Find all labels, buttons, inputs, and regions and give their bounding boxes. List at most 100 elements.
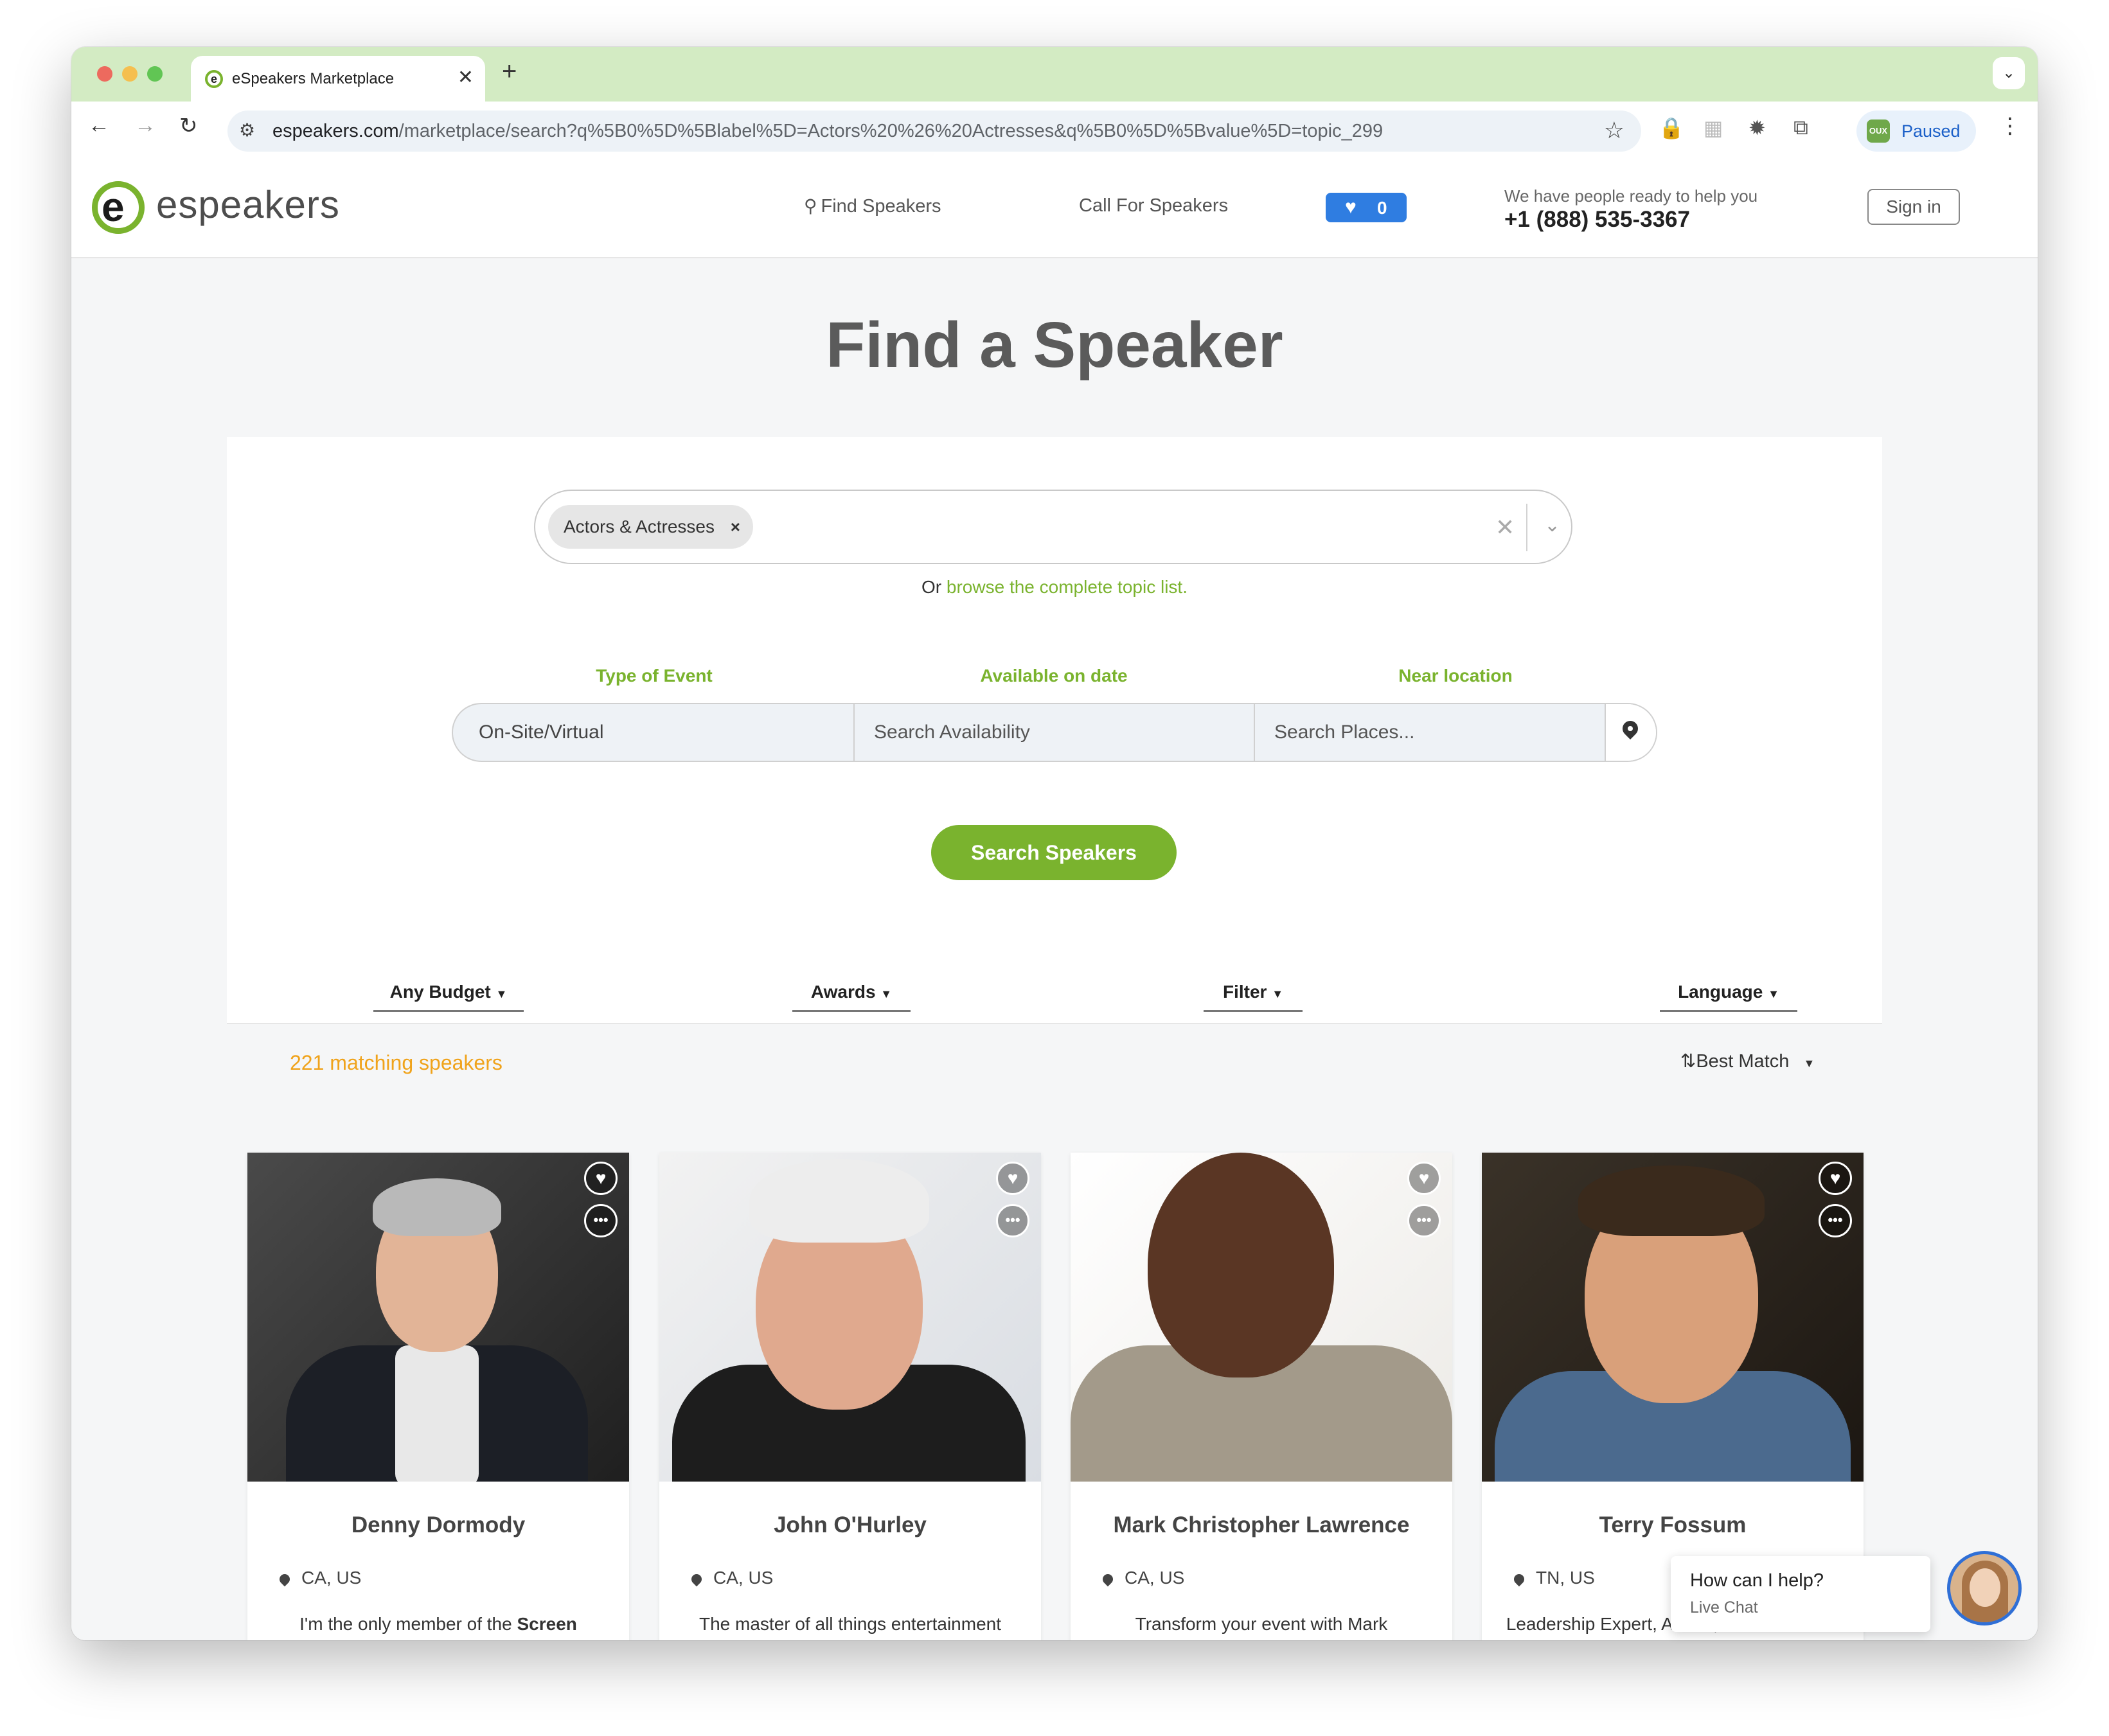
more-options-icon[interactable]: ••• (996, 1204, 1029, 1237)
sign-in-button[interactable]: Sign in (1867, 189, 1960, 225)
site-info-icon[interactable]: ⚙ (239, 120, 255, 141)
puzzle-extensions-icon[interactable]: ⧉ (1793, 116, 1808, 140)
filter-label: Filter (1222, 982, 1267, 1002)
budget-dropdown[interactable]: Any Budget ▼ (373, 982, 524, 1012)
maximize-window-button[interactable] (147, 66, 163, 82)
url-path: /marketplace/search?q%5B0%5D%5Blabel%5D=… (398, 121, 1384, 141)
caret-down-icon: ▼ (1803, 1057, 1815, 1070)
speaker-description: Transform your event with Mark (1090, 1614, 1433, 1634)
tab-search-button[interactable]: ⌄ (1993, 57, 2025, 89)
speaker-description-text: Transform your event with Mark (1135, 1614, 1388, 1634)
live-chat-bubble[interactable]: How can I help? Live Chat (1671, 1556, 1930, 1632)
nav-find-speakers-label: Find Speakers (821, 196, 941, 217)
more-options-icon[interactable]: ••• (1819, 1204, 1852, 1237)
bookmark-star-icon[interactable]: ☆ (1604, 117, 1624, 144)
speaker-name[interactable]: John O'Hurley (659, 1512, 1041, 1538)
url-text[interactable]: espeakers.com/marketplace/search?q%5B0%5… (272, 121, 1383, 142)
url-host: espeakers.com (272, 121, 399, 141)
browser-tab[interactable]: e eSpeakers Marketplace ✕ (191, 56, 485, 102)
reload-icon[interactable]: ↻ (179, 113, 198, 139)
speaker-name[interactable]: Terry Fossum (1482, 1512, 1864, 1538)
tab-close-button[interactable]: ✕ (458, 66, 474, 89)
more-options-icon[interactable]: ••• (1407, 1204, 1441, 1237)
speaker-name[interactable]: Denny Dormody (247, 1512, 629, 1538)
sort-icon: ⇅ (1680, 1051, 1696, 1072)
nav-call-for-speakers[interactable]: Call For Speakers (1079, 195, 1228, 217)
favorites-button[interactable]: ♥ 0 (1326, 193, 1407, 222)
caret-down-icon: ▼ (880, 988, 893, 1000)
topic-chip: Actors & Actresses × (548, 505, 753, 549)
filter-divider (1254, 704, 1255, 761)
profile-button[interactable]: OUX Paused (1856, 111, 1976, 152)
site-header: e espeakers ⚲ Find Speakers Call For Spea… (71, 161, 2038, 258)
search-icon: ⚲ (804, 196, 817, 216)
sort-dropdown[interactable]: ⇅Best Match ▼ (1680, 1050, 1815, 1072)
new-tab-button[interactable]: + (502, 57, 517, 86)
speaker-photo[interactable] (659, 1153, 1041, 1482)
phone-number[interactable]: +1 (888) 535-3367 (1504, 207, 1690, 233)
favorite-heart-icon[interactable]: ♥ (1407, 1162, 1441, 1195)
event-type-select[interactable]: On-Site/Virtual (479, 704, 851, 761)
speaker-name[interactable]: Mark Christopher Lawrence (1071, 1512, 1452, 1538)
caret-down-icon: ▼ (495, 988, 508, 1000)
page-title: Find a Speaker (826, 309, 1283, 381)
topic-search-input[interactable]: Actors & Actresses × ✕ ⌄ (534, 490, 1572, 564)
available-date-label: Available on date (980, 666, 1128, 686)
photo-hair (749, 1159, 929, 1243)
speaker-location-text: CA, US (1125, 1568, 1185, 1588)
locate-button[interactable] (1605, 704, 1656, 761)
remove-topic-icon[interactable]: × (731, 505, 740, 549)
availability-input[interactable]: Search Availability (874, 704, 1234, 761)
chevron-down-icon[interactable]: ⌄ (1544, 514, 1560, 536)
browser-window: e eSpeakers Marketplace ✕ + ⌄ ← → ↻ ⚙ es… (71, 47, 2038, 1640)
search-speakers-button[interactable]: Search Speakers (931, 825, 1177, 880)
speaker-description-bold: Screen (517, 1614, 577, 1634)
speaker-location-text: CA, US (713, 1568, 774, 1588)
speaker-card[interactable]: ♥ ••• Mark Christopher Lawrence CA, US T… (1071, 1153, 1452, 1640)
speaker-photo[interactable] (1071, 1153, 1452, 1482)
address-bar[interactable]: ⚙ espeakers.com/marketplace/search?q%5B0… (227, 111, 1641, 152)
favorite-heart-icon[interactable]: ♥ (1819, 1162, 1852, 1195)
back-arrow-icon[interactable]: ← (88, 113, 110, 138)
browse-topics-line: Or browse the complete topic list. (227, 577, 1882, 598)
caret-down-icon: ▼ (1768, 988, 1779, 1000)
favorite-heart-icon[interactable]: ♥ (996, 1162, 1029, 1195)
map-pin-icon (1619, 718, 1641, 740)
more-options-icon[interactable]: ••• (584, 1204, 618, 1237)
gear-extension-icon[interactable]: ✹ (1749, 116, 1766, 140)
chat-agent-avatar[interactable] (1947, 1551, 2022, 1625)
nav-find-speakers[interactable]: ⚲ Find Speakers (804, 195, 941, 217)
close-window-button[interactable] (97, 66, 112, 82)
favorites-count: 0 (1377, 198, 1387, 218)
speaker-photo[interactable] (1482, 1153, 1864, 1482)
speaker-card[interactable]: ♥ ••• John O'Hurley CA, US The master of… (659, 1153, 1041, 1640)
logo-text[interactable]: espeakers (156, 182, 340, 227)
budget-label: Any Budget (389, 982, 491, 1002)
espeakers-logo-icon[interactable]: e (92, 181, 145, 234)
topic-chip-label: Actors & Actresses (564, 517, 715, 536)
minimize-window-button[interactable] (122, 66, 138, 82)
lock-extension-icon[interactable]: 🔒 (1659, 116, 1684, 140)
awards-dropdown[interactable]: Awards ▼ (792, 982, 911, 1012)
browser-toolbar: ← → ↻ ⚙ espeakers.com/marketplace/search… (71, 102, 2038, 162)
speaker-photo[interactable] (247, 1153, 629, 1482)
sort-label: Best Match (1696, 1051, 1790, 1072)
browser-menu-icon[interactable]: ⋮ (1999, 113, 2021, 139)
forward-arrow-icon[interactable]: → (134, 113, 156, 138)
chat-subtitle: Live Chat (1690, 1599, 1758, 1616)
favorite-heart-icon[interactable]: ♥ (584, 1162, 618, 1195)
speaker-card[interactable]: ♥ ••• Denny Dormody CA, US I'm the only … (247, 1153, 629, 1640)
places-input[interactable]: Search Places... (1274, 704, 1596, 761)
location-pin-icon (689, 1572, 704, 1586)
near-location-label: Near location (1398, 666, 1513, 686)
profile-avatar-icon: OUX (1867, 120, 1890, 143)
browse-topic-list-link[interactable]: browse the complete topic list. (947, 577, 1188, 597)
page-content: e espeakers ⚲ Find Speakers Call For Spea… (71, 161, 2038, 1640)
grid-extension-icon[interactable]: ▦ (1704, 116, 1723, 140)
speaker-location: CA, US (1100, 1568, 1185, 1588)
clear-topics-icon[interactable]: ✕ (1495, 514, 1515, 541)
language-dropdown[interactable]: Language ▼ (1660, 982, 1797, 1012)
awards-label: Awards (810, 982, 876, 1002)
profile-status: Paused (1901, 121, 1961, 141)
filter-dropdown[interactable]: Filter ▼ (1204, 982, 1303, 1012)
